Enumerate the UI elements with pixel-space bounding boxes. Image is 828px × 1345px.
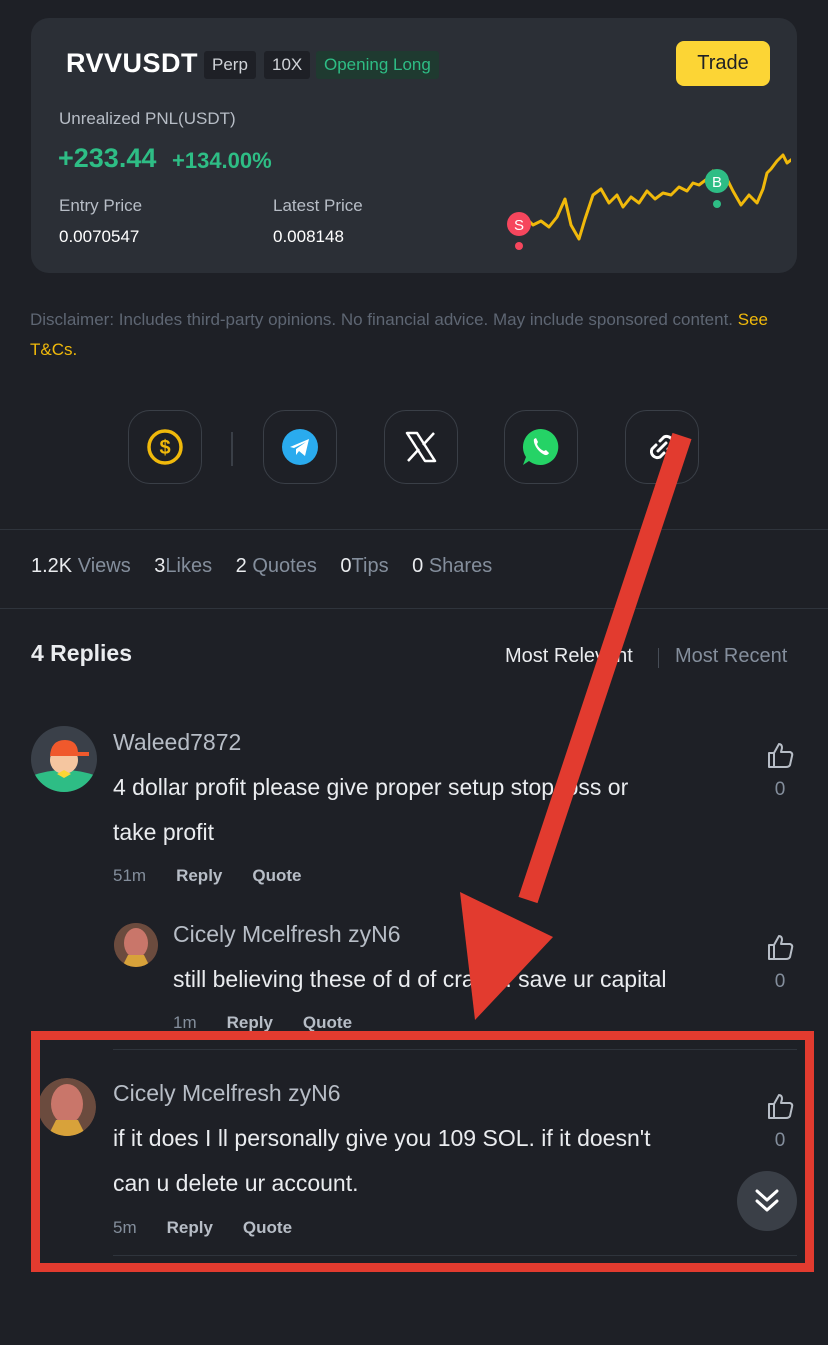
quotes-count: 2 [235, 555, 247, 577]
sort-most-relevant[interactable]: Most Relevant [505, 645, 633, 668]
tip-dollar-icon: $ [147, 429, 183, 465]
avatar[interactable] [31, 726, 97, 792]
reply-meta: 1m Reply Quote [173, 1013, 352, 1033]
copy-link-button[interactable] [625, 410, 699, 484]
profile-photo-icon [114, 923, 158, 967]
thumbs-up-icon [768, 743, 794, 768]
reply-username[interactable]: Waleed7872 [113, 729, 241, 756]
leverage-tag: 10X [264, 51, 311, 79]
pnl-value: +233.44 [58, 143, 157, 173]
quotes-label: Quotes [252, 555, 317, 577]
latest-price-label: Latest Price [273, 196, 363, 215]
link-icon [649, 434, 675, 460]
disclaimer-text: Disclaimer: Includes third-party opinion… [30, 310, 734, 329]
trade-button[interactable]: Trade [676, 41, 770, 86]
x-icon [405, 431, 437, 463]
likes-label: Likes [165, 555, 213, 577]
entry-price-value: 0.0070547 [59, 227, 140, 246]
tip-button[interactable]: $ [128, 410, 202, 484]
like-count: 0 [774, 971, 786, 992]
thumbs-up-icon [768, 935, 794, 960]
quote-button[interactable]: Quote [303, 1013, 352, 1032]
reply-time: 1m [173, 1013, 197, 1032]
perp-tag: Perp [204, 51, 256, 79]
disclaimer: Disclaimer: Includes third-party opinion… [30, 305, 790, 365]
share-divider [231, 432, 233, 466]
share-x-button[interactable] [384, 410, 458, 484]
direction-tag: Opening Long [316, 51, 439, 79]
shares-label: Shares [428, 555, 493, 577]
reply-username[interactable]: Cicely Mcelfresh zyN6 [173, 921, 401, 948]
svg-text:$: $ [159, 437, 170, 459]
tips-count: 0 [340, 555, 352, 577]
reply-text-line: 4 dollar profit please give proper setup… [113, 774, 629, 800]
entry-price-label: Entry Price [59, 196, 143, 215]
reply-button[interactable]: Reply [227, 1013, 273, 1032]
likes-count: 3 [154, 555, 166, 577]
annotation-highlight-box [31, 1031, 814, 1272]
divider [0, 608, 828, 609]
reply-meta: 51m Reply Quote [113, 866, 301, 886]
divider [0, 529, 828, 530]
latest-price-value: 0.008148 [273, 227, 344, 246]
avatar[interactable] [114, 923, 158, 967]
tips-label: Tips [351, 555, 389, 577]
position-card[interactable]: RVVUSDT Perp 10X Opening Long Trade Unre… [31, 18, 797, 273]
pnl-percent: +134.00% [172, 148, 272, 173]
replies-title: 4 Replies [31, 640, 132, 666]
views-label: Views [77, 555, 131, 577]
reply-text: 4 dollar profit please give proper setup… [113, 765, 628, 855]
symbol-title: RVVUSDT [66, 48, 199, 78]
sell-marker-label: S [514, 217, 524, 234]
telegram-icon [282, 429, 318, 465]
quote-button[interactable]: Quote [252, 866, 301, 885]
reply-time: 51m [113, 866, 147, 885]
reply-text-line: take profit [113, 819, 214, 845]
reply-button[interactable]: Reply [176, 866, 222, 885]
whatsapp-icon [522, 428, 559, 465]
share-telegram-button[interactable] [263, 410, 337, 484]
cartoon-avatar-icon [31, 740, 97, 792]
pnl-label: Unrealized PNL(USDT) [59, 109, 236, 128]
sort-most-recent[interactable]: Most Recent [675, 645, 787, 668]
shares-count: 0 [412, 555, 424, 577]
share-whatsapp-button[interactable] [504, 410, 578, 484]
sort-divider [658, 648, 659, 668]
price-sparkline: S B [507, 153, 791, 250]
reply-text-line: still believing these of d of craps . sa… [173, 966, 667, 992]
post-stats: 1.2K Views 3Likes 2 Quotes 0Tips 0 Share… [31, 555, 492, 578]
buy-marker-label: B [712, 174, 722, 191]
like-button[interactable]: 0 [760, 932, 800, 993]
reply-text: still believing these of d of craps . sa… [173, 957, 666, 1002]
views-count: 1.2K [31, 555, 73, 577]
like-count: 0 [774, 779, 786, 800]
like-button[interactable]: 0 [760, 740, 800, 801]
